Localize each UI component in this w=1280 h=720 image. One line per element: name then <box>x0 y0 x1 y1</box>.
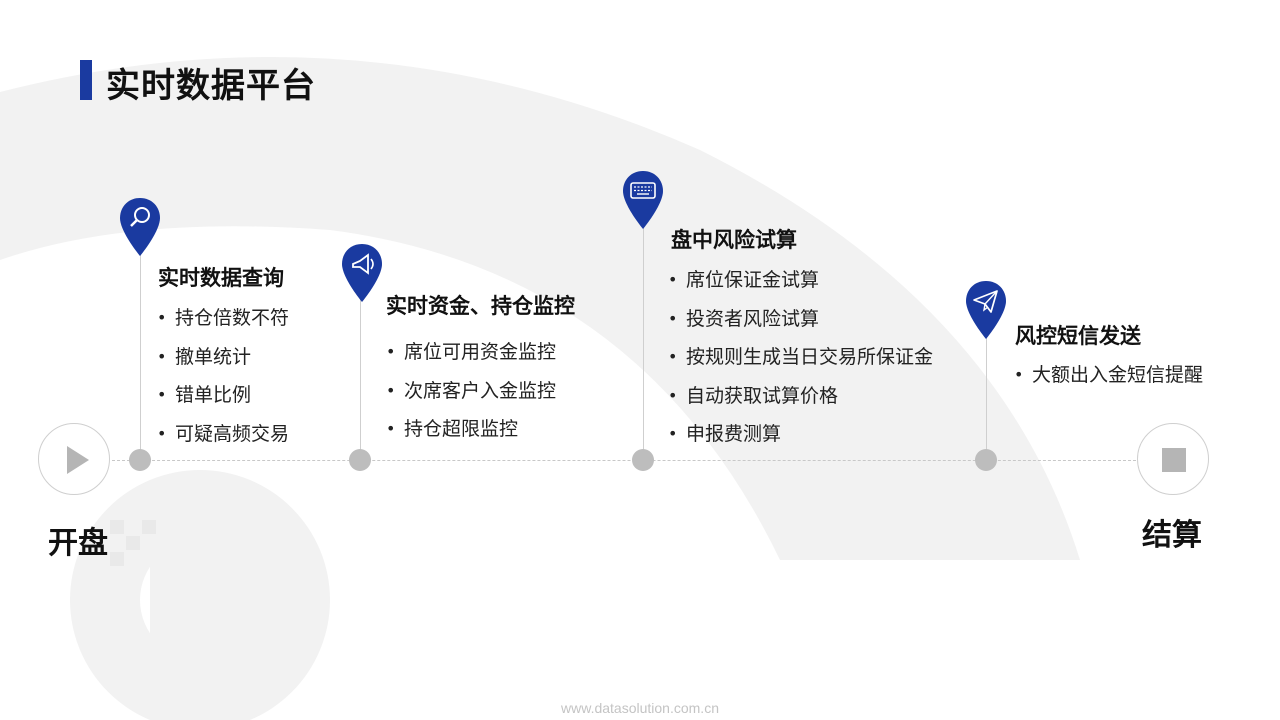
list-item: 自动获取试算价格 <box>668 381 933 420</box>
list-item: 按规则生成当日交易所保证金 <box>668 342 933 381</box>
stage-connector <box>140 250 141 455</box>
stage-marker <box>964 279 1008 341</box>
end-button[interactable] <box>1137 423 1209 495</box>
page-title: 实时数据平台 <box>106 66 316 106</box>
list-item: 大额出入金短信提醒 <box>1014 360 1203 399</box>
paper-plane-icon <box>966 281 1006 339</box>
stage-heading: 盘中风险试算 <box>671 228 797 252</box>
stage-item-list: 大额出入金短信提醒 <box>1014 360 1203 399</box>
list-item: 撤单统计 <box>157 342 289 381</box>
start-button[interactable] <box>38 423 110 495</box>
start-label: 开盘 <box>48 526 108 561</box>
list-item: 席位可用资金监控 <box>386 337 556 376</box>
title-accent-bar <box>80 60 92 100</box>
stage-connector <box>643 225 644 455</box>
stage-connector <box>360 296 361 456</box>
list-item: 申报费测算 <box>668 419 933 458</box>
timeline-dot[interactable] <box>129 449 151 471</box>
keyboard-icon <box>623 171 663 229</box>
timeline-dot[interactable] <box>632 449 654 471</box>
stage-marker <box>340 242 384 304</box>
stage-connector <box>986 332 987 456</box>
megaphone-icon <box>342 244 382 302</box>
list-item: 持仓倍数不符 <box>157 303 289 342</box>
list-item: 席位保证金试算 <box>668 265 933 304</box>
magnifier-icon <box>120 198 160 256</box>
footer-url: www.datasolution.com.cn <box>561 700 719 716</box>
timeline-dot[interactable] <box>349 449 371 471</box>
play-icon <box>67 446 89 474</box>
stage-heading: 实时资金、持仓监控 <box>386 294 575 318</box>
stop-icon <box>1162 448 1186 472</box>
stage-item-list: 席位保证金试算 投资者风险试算 按规则生成当日交易所保证金 自动获取试算价格 申… <box>668 265 933 458</box>
list-item: 可疑高频交易 <box>157 419 289 458</box>
timeline-dot[interactable] <box>975 449 997 471</box>
stage-heading: 实时数据查询 <box>158 266 284 290</box>
list-item: 错单比例 <box>157 380 289 419</box>
list-item: 持仓超限监控 <box>386 414 556 453</box>
stage-heading: 风控短信发送 <box>1015 324 1141 348</box>
stage-item-list: 持仓倍数不符 撤单统计 错单比例 可疑高频交易 <box>157 303 289 457</box>
stage-item-list: 席位可用资金监控 次席客户入金监控 持仓超限监控 <box>386 337 556 453</box>
stage-marker <box>118 196 162 258</box>
list-item: 次席客户入金监控 <box>386 376 556 415</box>
end-label: 结算 <box>1142 518 1202 553</box>
list-item: 投资者风险试算 <box>668 304 933 343</box>
stage-marker <box>621 169 665 231</box>
